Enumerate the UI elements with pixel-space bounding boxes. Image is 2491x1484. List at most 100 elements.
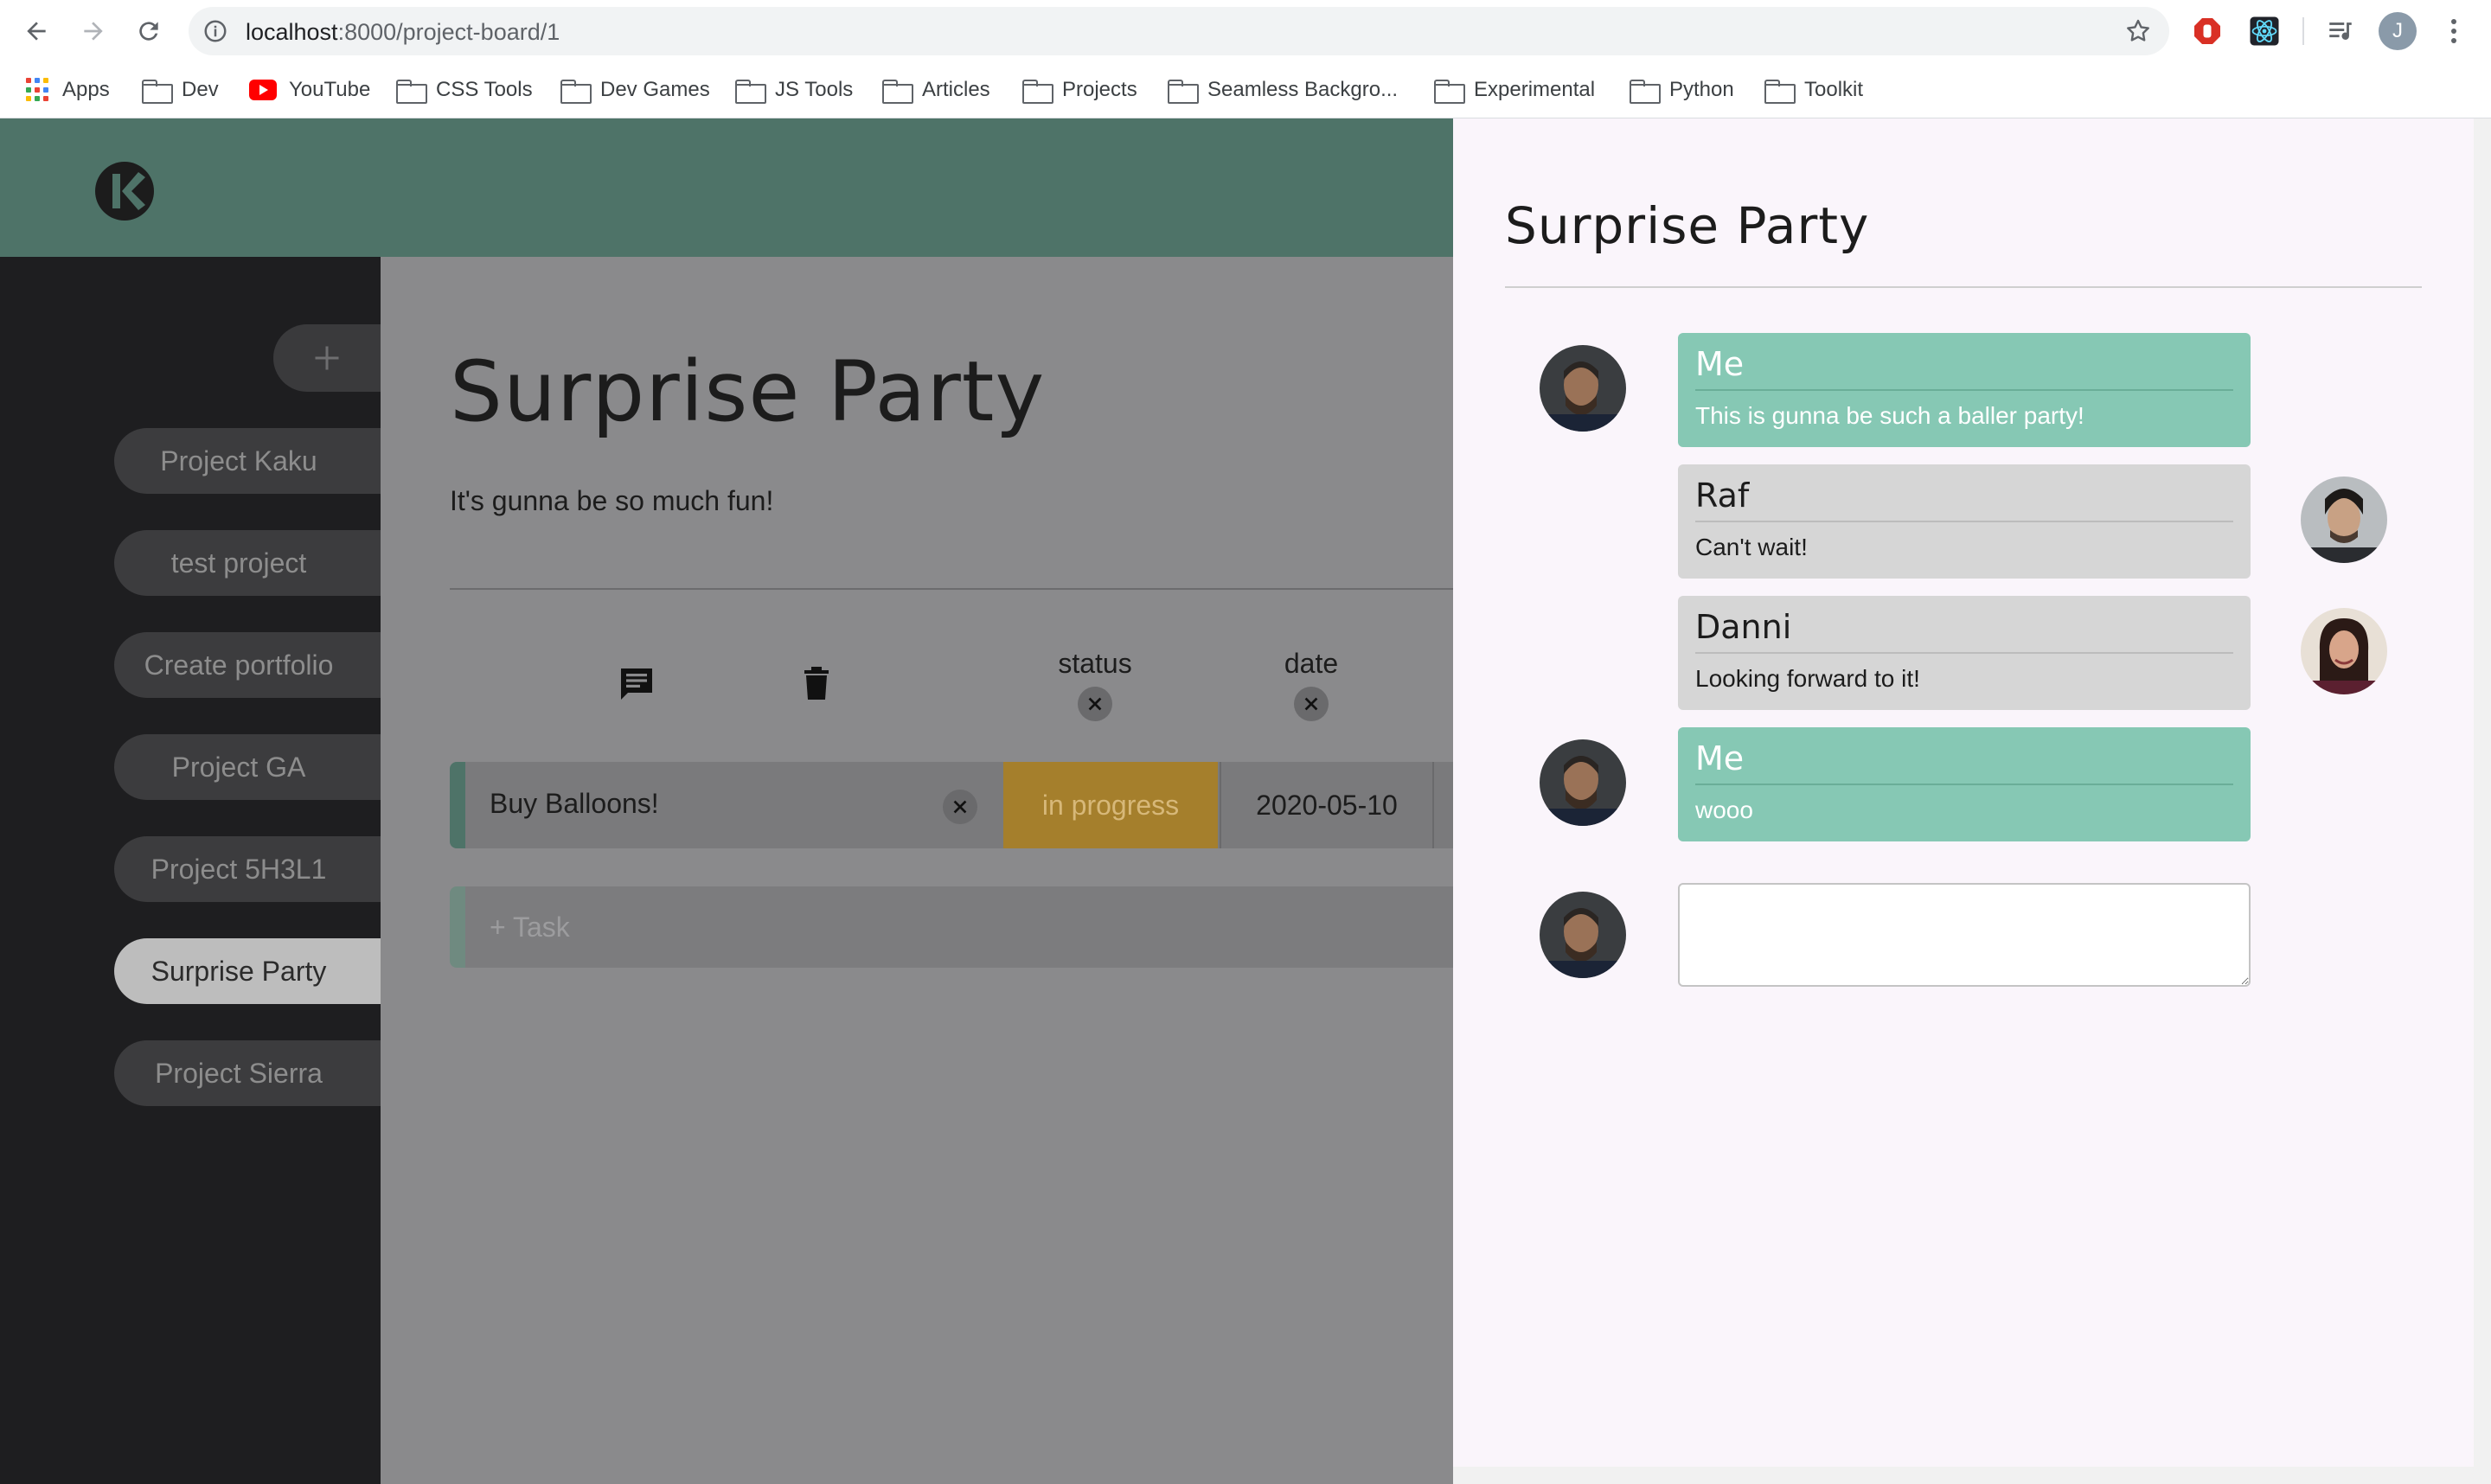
close-icon [1088, 697, 1102, 711]
comment-icon[interactable] [616, 663, 657, 705]
sidebar-item-label: test project [170, 547, 307, 579]
remove-status-column-button[interactable] [1078, 687, 1112, 721]
trash-icon[interactable] [796, 663, 837, 705]
folder-icon [560, 80, 592, 104]
bookmark-dev-games[interactable]: Dev Games [560, 71, 710, 109]
back-button[interactable] [17, 12, 55, 50]
sidebar-item-project-5h3l1[interactable]: Project 5H3L1 [114, 836, 381, 902]
bookmarks-bar: Apps Dev YouTube CSS Tools Dev Games JS … [0, 71, 2491, 109]
chat-message-input[interactable] [1678, 883, 2251, 987]
close-icon [1304, 697, 1318, 711]
project-sidebar: Project Kaku test project Create portfol… [0, 257, 381, 1484]
bookmark-css-tools[interactable]: CSS Tools [396, 71, 533, 109]
arrow-right-icon [84, 22, 103, 41]
task-name[interactable]: Buy Balloons! [490, 788, 659, 820]
chat-panel: Surprise Party Me This is gunna be such … [1453, 118, 2474, 1467]
bookmark-articles[interactable]: Articles [882, 71, 990, 109]
bookmark-label: Experimental [1474, 78, 1596, 101]
avatar [2301, 608, 2387, 694]
address-bar[interactable]: localhost:8000/project-board/1 [189, 7, 2169, 55]
bookmark-label: Projects [1062, 78, 1137, 101]
column-header-status: status [1058, 648, 1132, 679]
sidebar-item-project-kaku[interactable]: Project Kaku [114, 428, 381, 494]
bookmark-seamless-backgrounds[interactable]: Seamless Backgro... [1168, 71, 1398, 109]
bookmark-youtube[interactable]: YouTube [249, 71, 370, 109]
react-icon [2250, 16, 2279, 46]
plus-icon [315, 346, 339, 370]
kaku-logo-icon[interactable] [93, 160, 156, 222]
bookmark-projects[interactable]: Projects [1022, 71, 1137, 109]
bookmark-label: Python [1669, 78, 1734, 101]
sidebar-item-label: Project GA [171, 751, 306, 783]
chat-message: Me This is gunna be such a baller party! [1678, 333, 2251, 447]
task-row[interactable]: Buy Balloons! in progress 2020-05-10 [450, 762, 1453, 848]
bookmark-label: Seamless Backgro... [1207, 78, 1399, 101]
bookmark-label: Toolkit [1804, 78, 1864, 101]
bookmark-python[interactable]: Python [1630, 71, 1734, 109]
folder-icon [1434, 80, 1465, 104]
message-author: Me [1695, 345, 1745, 383]
url-path: :8000/project-board/1 [337, 19, 560, 45]
task-date[interactable]: 2020-05-10 [1220, 762, 1434, 848]
sidebar-item-label: Project 5H3L1 [150, 853, 327, 885]
board-main: Surprise Party It's gunna be so much fun… [381, 257, 1453, 1484]
reload-button[interactable] [130, 12, 168, 50]
profile-avatar[interactable]: J [2379, 12, 2417, 50]
bookmark-dev[interactable]: Dev [142, 71, 219, 109]
bookmark-label: Dev Games [600, 78, 710, 101]
remove-date-column-button[interactable] [1294, 687, 1329, 721]
browser-menu-button[interactable] [2441, 12, 2467, 50]
panel-horizontal-scrollbar[interactable] [1453, 1467, 2474, 1484]
message-divider [1695, 389, 2233, 391]
star-icon[interactable] [2124, 17, 2152, 45]
message-author: Danni [1695, 608, 1792, 646]
media-controls-button[interactable] [2321, 12, 2360, 50]
page-title: Surprise Party [450, 343, 1046, 440]
message-divider [1695, 784, 2233, 785]
url-host: localhost [246, 19, 338, 45]
message-text: Can't wait! [1695, 534, 1808, 560]
bookmark-label: Dev [182, 78, 219, 101]
bookmark-label: Articles [922, 78, 990, 101]
react-devtools-extension[interactable] [2245, 12, 2283, 50]
bookmark-experimental[interactable]: Experimental [1434, 71, 1595, 109]
add-project-button[interactable] [273, 324, 381, 392]
app-header [0, 118, 1453, 257]
avatar [1540, 345, 1626, 432]
info-icon[interactable] [202, 18, 228, 44]
bookmark-label: Apps [62, 78, 110, 101]
chat-title: Surprise Party [1505, 196, 1870, 255]
sidebar-item-project-ga[interactable]: Project GA [114, 734, 381, 800]
bookmark-label: CSS Tools [436, 78, 533, 101]
toolbar-separator [2302, 17, 2304, 45]
playlist-icon [2329, 22, 2352, 40]
sidebar-item-project-sierra[interactable]: Project Sierra [114, 1040, 381, 1106]
add-task-button[interactable]: + Task [450, 886, 1453, 968]
message-text: Looking forward to it! [1695, 665, 1920, 692]
folder-icon [1168, 80, 1199, 104]
sidebar-item-label: Create portfolio [144, 649, 334, 681]
sidebar-item-label: Project Sierra [155, 1057, 323, 1089]
folder-icon [735, 80, 766, 104]
user-avatar-me [1540, 345, 1626, 432]
bookmark-apps[interactable]: Apps [26, 71, 110, 109]
board-divider [450, 588, 1453, 590]
adblock-extension[interactable] [2188, 12, 2226, 50]
reload-icon [139, 22, 158, 41]
avatar [1540, 892, 1626, 978]
panel-scrollbar[interactable] [2474, 118, 2491, 1484]
forward-button[interactable] [74, 12, 112, 50]
delete-task-button[interactable] [943, 790, 977, 824]
sidebar-item-test-project[interactable]: test project [114, 530, 381, 596]
user-avatar-raf [2301, 477, 2387, 563]
message-author: Me [1695, 739, 1745, 777]
sidebar-item-create-portfolio[interactable]: Create portfolio [114, 632, 381, 698]
bookmark-js-tools[interactable]: JS Tools [735, 71, 853, 109]
bookmark-toolkit[interactable]: Toolkit [1764, 71, 1863, 109]
chat-message: Raf Can't wait! [1678, 464, 2251, 579]
folder-icon [142, 80, 173, 104]
folder-icon [1630, 80, 1661, 104]
url-text: localhost:8000/project-board/1 [246, 19, 560, 46]
sidebar-item-surprise-party[interactable]: Surprise Party [114, 938, 381, 1004]
status-badge[interactable]: in progress [1003, 762, 1218, 848]
